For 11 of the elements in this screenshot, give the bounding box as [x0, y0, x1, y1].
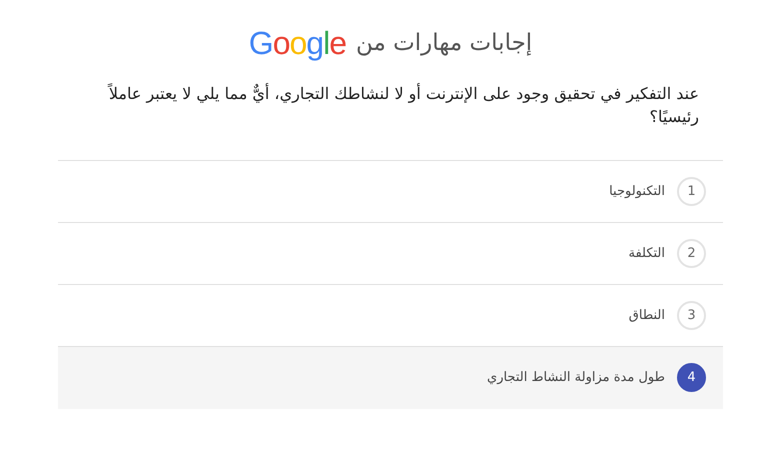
question-text: عند التفكير في تحقيق وجود على الإنترنت أو لا لنشاطك التجاري، أيٌّ مما يلي لا يعتبر عاملاً رئيسيًا؟	[106, 82, 699, 128]
option-number: 4	[677, 363, 706, 392]
logo: Google	[248, 24, 346, 62]
option-label: التكنولوجيا	[609, 184, 665, 199]
option-label: النطاق	[628, 308, 665, 323]
option-number: 1	[677, 177, 706, 206]
option-number: 3	[677, 301, 706, 330]
page-title: إجابات مهارات من	[356, 30, 532, 56]
option-number: 2	[677, 239, 706, 268]
option-label: طول مدة مزاولة النشاط التجاري	[487, 370, 665, 385]
option-label: التكلفة	[628, 246, 665, 261]
